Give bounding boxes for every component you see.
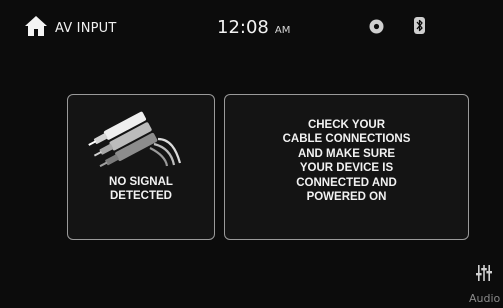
no-signal-message: NO SIGNAL DETECTED bbox=[109, 176, 173, 202]
clock: 12:08 AM bbox=[217, 17, 290, 38]
equalizer-icon bbox=[476, 265, 492, 281]
audio-button[interactable]: Audio bbox=[466, 264, 503, 308]
audio-label: Audio bbox=[469, 292, 501, 305]
no-signal-panel: NO SIGNAL DETECTED bbox=[67, 94, 215, 240]
av-input-screen: AV INPUT 12:08 AM NO SIGNAL DETECTED CHE… bbox=[0, 0, 503, 308]
connection-instructions: CHECK YOUR CABLE CONNECTIONS AND MAKE SU… bbox=[282, 119, 411, 204]
source-title: AV INPUT bbox=[55, 21, 117, 36]
home-icon bbox=[25, 16, 47, 36]
av-cable-icon bbox=[88, 111, 182, 167]
clock-ampm: AM bbox=[274, 25, 291, 36]
bluetooth-icon[interactable] bbox=[414, 17, 425, 34]
instructions-panel: CHECK YOUR CABLE CONNECTIONS AND MAKE SU… bbox=[224, 94, 469, 240]
disc-icon[interactable] bbox=[369, 19, 384, 34]
home-button[interactable] bbox=[24, 15, 48, 37]
clock-time: 12:08 bbox=[217, 17, 269, 38]
